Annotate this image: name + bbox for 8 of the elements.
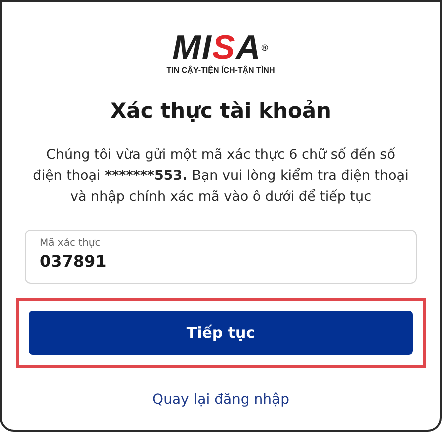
back-to-login-link[interactable]: Quay lại đăng nhập xyxy=(152,392,290,408)
code-input-field[interactable]: Mã xác thực 037891 xyxy=(25,230,417,284)
field-label: Mã xác thực xyxy=(40,238,102,249)
page-title: Xác thực tài khoản xyxy=(110,98,332,125)
logo: MISA$^{®}$ TIN CẬY-TIỆN ÍCH-TẬN TÌNH xyxy=(166,32,276,75)
code-input[interactable]: 037891 xyxy=(40,252,402,271)
continue-button[interactable]: Tiếp tục xyxy=(29,311,413,355)
instruction-text: Chúng tôi vừa gửi một mã xác thực 6 chữ số đến số điện thoại *******553. Bạn vui lòng kiểm tra điện thoại và nhập chính xác mã vào ô dưới để tiếp tục xyxy=(32,146,410,207)
